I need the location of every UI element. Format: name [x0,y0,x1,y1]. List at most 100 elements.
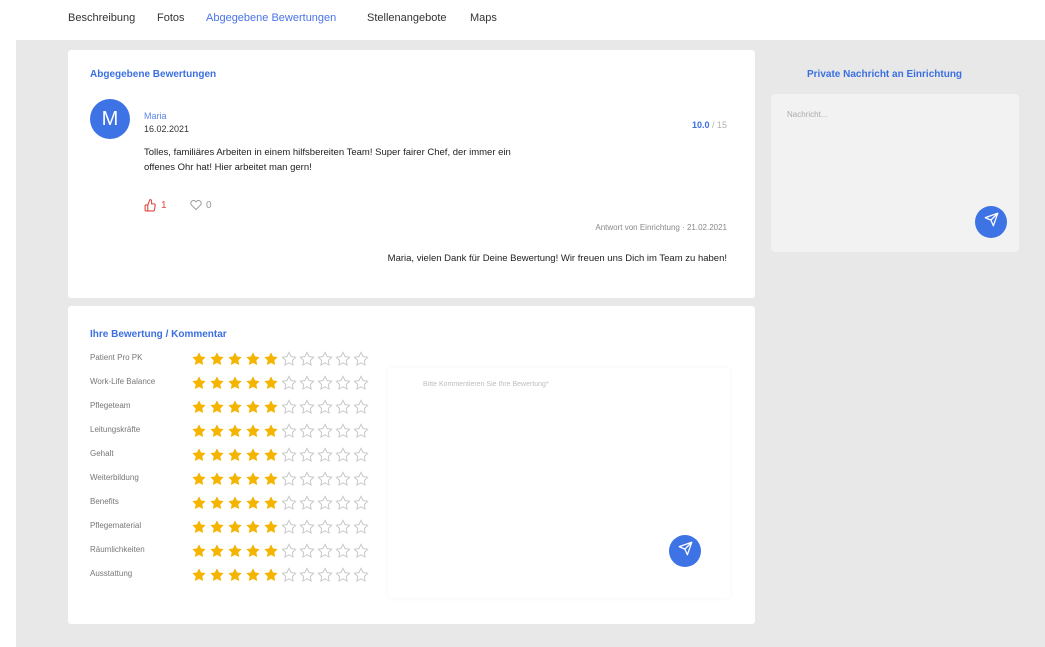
star-icon[interactable] [208,471,226,487]
reviewer-name[interactable]: Maria [144,111,167,121]
star-icon[interactable] [334,447,352,463]
star-icon[interactable] [352,495,370,511]
star-icon[interactable] [190,543,208,559]
like-button[interactable]: 1 [144,199,167,212]
private-message-input[interactable]: Nachricht... [771,94,1019,252]
star-icon[interactable] [352,423,370,439]
star-icon[interactable] [298,495,316,511]
star-icon[interactable] [298,399,316,415]
star-icon[interactable] [280,399,298,415]
star-icon[interactable] [190,495,208,511]
star-icon[interactable] [280,519,298,535]
star-icon[interactable] [334,519,352,535]
star-icon[interactable] [190,567,208,583]
star-icon[interactable] [352,351,370,367]
star-icon[interactable] [262,351,280,367]
star-icon[interactable] [226,447,244,463]
star-icon[interactable] [334,543,352,559]
star-icon[interactable] [190,519,208,535]
star-icon[interactable] [244,567,262,583]
star-icon[interactable] [298,543,316,559]
star-icon[interactable] [334,567,352,583]
star-icon[interactable] [208,447,226,463]
star-icon[interactable] [316,447,334,463]
tab-maps[interactable]: Maps [470,12,497,24]
star-icon[interactable] [208,375,226,391]
star-icon[interactable] [208,423,226,439]
star-icon[interactable] [316,519,334,535]
star-icon[interactable] [298,351,316,367]
star-icon[interactable] [280,471,298,487]
tab-fotos[interactable]: Fotos [157,12,185,24]
star-icon[interactable] [316,375,334,391]
star-icon[interactable] [244,447,262,463]
star-icon[interactable] [262,423,280,439]
star-icon[interactable] [316,399,334,415]
star-icon[interactable] [316,543,334,559]
tab-abgegebene-bewertungen[interactable]: Abgegebene Bewertungen [206,12,336,24]
heart-button[interactable]: 0 [190,199,212,211]
star-icon[interactable] [190,351,208,367]
star-icon[interactable] [244,375,262,391]
send-message-button[interactable] [975,206,1007,238]
star-icon[interactable] [298,423,316,439]
star-icon[interactable] [262,543,280,559]
star-icon[interactable] [208,351,226,367]
star-icon[interactable] [334,423,352,439]
star-icon[interactable] [244,423,262,439]
star-icon[interactable] [208,399,226,415]
star-icon[interactable] [334,471,352,487]
star-icon[interactable] [280,543,298,559]
star-icon[interactable] [316,567,334,583]
star-icon[interactable] [334,351,352,367]
star-icon[interactable] [280,423,298,439]
star-icon[interactable] [208,495,226,511]
star-icon[interactable] [244,351,262,367]
star-icon[interactable] [298,519,316,535]
star-icon[interactable] [190,471,208,487]
submit-rating-button[interactable] [669,535,701,567]
star-icon[interactable] [226,375,244,391]
star-icon[interactable] [352,567,370,583]
star-icon[interactable] [226,399,244,415]
star-icon[interactable] [352,519,370,535]
star-icon[interactable] [280,351,298,367]
star-icon[interactable] [280,375,298,391]
star-icon[interactable] [298,375,316,391]
star-icon[interactable] [334,495,352,511]
star-icon[interactable] [244,471,262,487]
star-icon[interactable] [208,543,226,559]
star-icon[interactable] [280,495,298,511]
star-icon[interactable] [226,471,244,487]
star-icon[interactable] [226,567,244,583]
star-icon[interactable] [334,399,352,415]
star-icon[interactable] [190,375,208,391]
star-icon[interactable] [316,495,334,511]
star-icon[interactable] [352,543,370,559]
star-icon[interactable] [298,447,316,463]
star-icon[interactable] [262,447,280,463]
star-icon[interactable] [316,351,334,367]
star-icon[interactable] [280,447,298,463]
tab-beschreibung[interactable]: Beschreibung [68,12,135,24]
star-icon[interactable] [226,543,244,559]
star-icon[interactable] [244,495,262,511]
star-icon[interactable] [226,495,244,511]
star-icon[interactable] [298,567,316,583]
star-icon[interactable] [352,375,370,391]
star-icon[interactable] [262,399,280,415]
star-icon[interactable] [262,375,280,391]
star-icon[interactable] [352,471,370,487]
star-icon[interactable] [352,399,370,415]
tab-stellenangebote[interactable]: Stellenangebote [367,12,447,24]
star-icon[interactable] [262,519,280,535]
star-icon[interactable] [352,447,370,463]
star-icon[interactable] [190,399,208,415]
star-icon[interactable] [316,423,334,439]
star-icon[interactable] [208,567,226,583]
star-icon[interactable] [262,567,280,583]
star-icon[interactable] [190,423,208,439]
star-icon[interactable] [244,519,262,535]
star-icon[interactable] [226,519,244,535]
star-icon[interactable] [262,471,280,487]
